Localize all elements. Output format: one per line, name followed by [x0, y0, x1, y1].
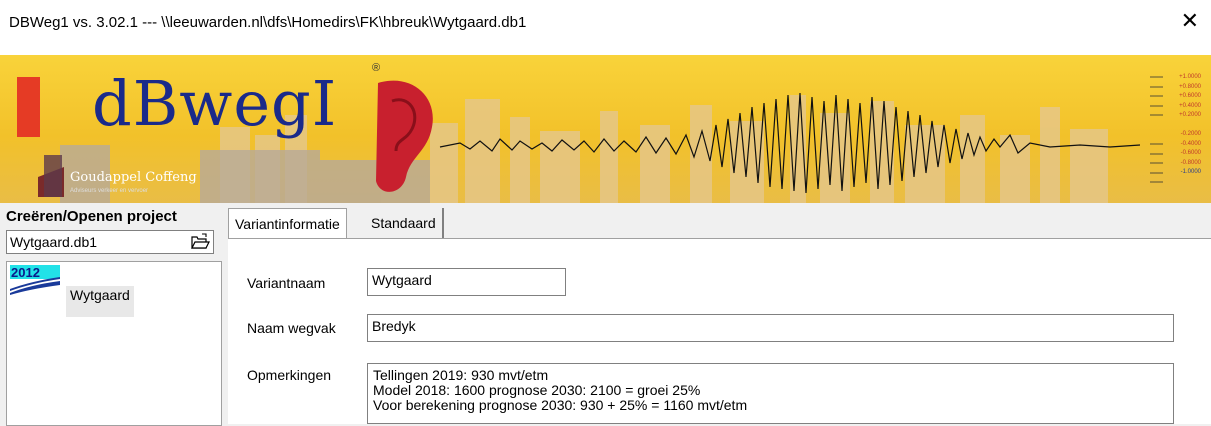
project-year-icon: 2012	[10, 265, 60, 295]
registered-mark: ®	[372, 62, 381, 74]
amplitude-scale: +1.0000 +0.8000 +0.6000 +0.4000 +0.2000 …	[1161, 73, 1201, 178]
close-icon[interactable]: ✕	[1181, 10, 1199, 32]
folder-open-icon[interactable]	[190, 233, 210, 251]
window-title: DBWeg1 vs. 3.02.1 --- \\leeuwarden.nl\df…	[9, 14, 527, 31]
variantnaam-field[interactable]: Wytgaard	[367, 268, 566, 296]
scale-label: +0.4000	[1179, 102, 1201, 109]
scale-label: -1.0000	[1180, 169, 1201, 175]
variantnaam-label: Variantnaam	[247, 275, 326, 291]
opmerkingen-line: Model 2018: 1600 prognose 2030: 2100 = g…	[373, 382, 701, 398]
wegvak-field[interactable]: Bredyk	[367, 314, 1174, 342]
opmerkingen-label: Opmerkingen	[247, 367, 332, 383]
company-logo	[38, 155, 64, 197]
project-panel: Creëren/Openen project Wytgaard.db1 2012…	[0, 203, 222, 426]
variant-info-panel: Variantnaam Wytgaard Naam wegvak Bredyk …	[228, 238, 1211, 424]
scale-label: -0.6000	[1180, 150, 1201, 156]
scale-label: -0.2000	[1180, 131, 1201, 137]
scale-label: -0.4000	[1180, 140, 1201, 147]
project-name: Wytgaard	[66, 286, 134, 317]
project-panel-title: Creëren/Openen project	[6, 208, 177, 225]
scale-label: +1.0000	[1179, 74, 1201, 80]
tab-variantinformatie[interactable]: Variantinformatie	[228, 208, 347, 238]
scale-label: +0.8000	[1179, 83, 1201, 90]
company-subtitle: Adviseurs verkeer en vervoer	[70, 188, 149, 194]
project-list[interactable]: 2012 Wytgaard	[6, 261, 222, 426]
opmerkingen-line: Tellingen 2019: 930 mvt/etm	[373, 367, 549, 383]
company-name: Goudappel Coffeng	[70, 170, 197, 185]
scale-label: +0.2000	[1179, 112, 1201, 118]
project-year: 2012	[11, 265, 40, 280]
window-titlebar: DBWeg1 vs. 3.02.1 --- \\leeuwarden.nl\df…	[0, 0, 1211, 55]
app-banner: dBwegI ® Goudappel Coffeng Adviseurs ver…	[0, 55, 1211, 203]
wegvak-label: Naam wegvak	[247, 320, 336, 336]
scale-label: +0.6000	[1179, 93, 1201, 99]
opmerkingen-line: Voor berekening prognose 2030: 930 + 25%…	[373, 397, 748, 413]
tab-standaard-reken-methode[interactable]: Standaard Reken Methode 1	[365, 208, 444, 321]
opmerkingen-field[interactable]: Tellingen 2019: 930 mvt/etm Model 2018: …	[367, 363, 1174, 424]
project-list-item[interactable]: 2012 Wytgaard	[9, 264, 141, 317]
app-logo: dBwegI	[92, 67, 338, 140]
scale-label: -0.8000	[1180, 159, 1201, 166]
project-file-input[interactable]: Wytgaard.db1	[6, 230, 214, 254]
project-file-value: Wytgaard.db1	[10, 234, 98, 250]
